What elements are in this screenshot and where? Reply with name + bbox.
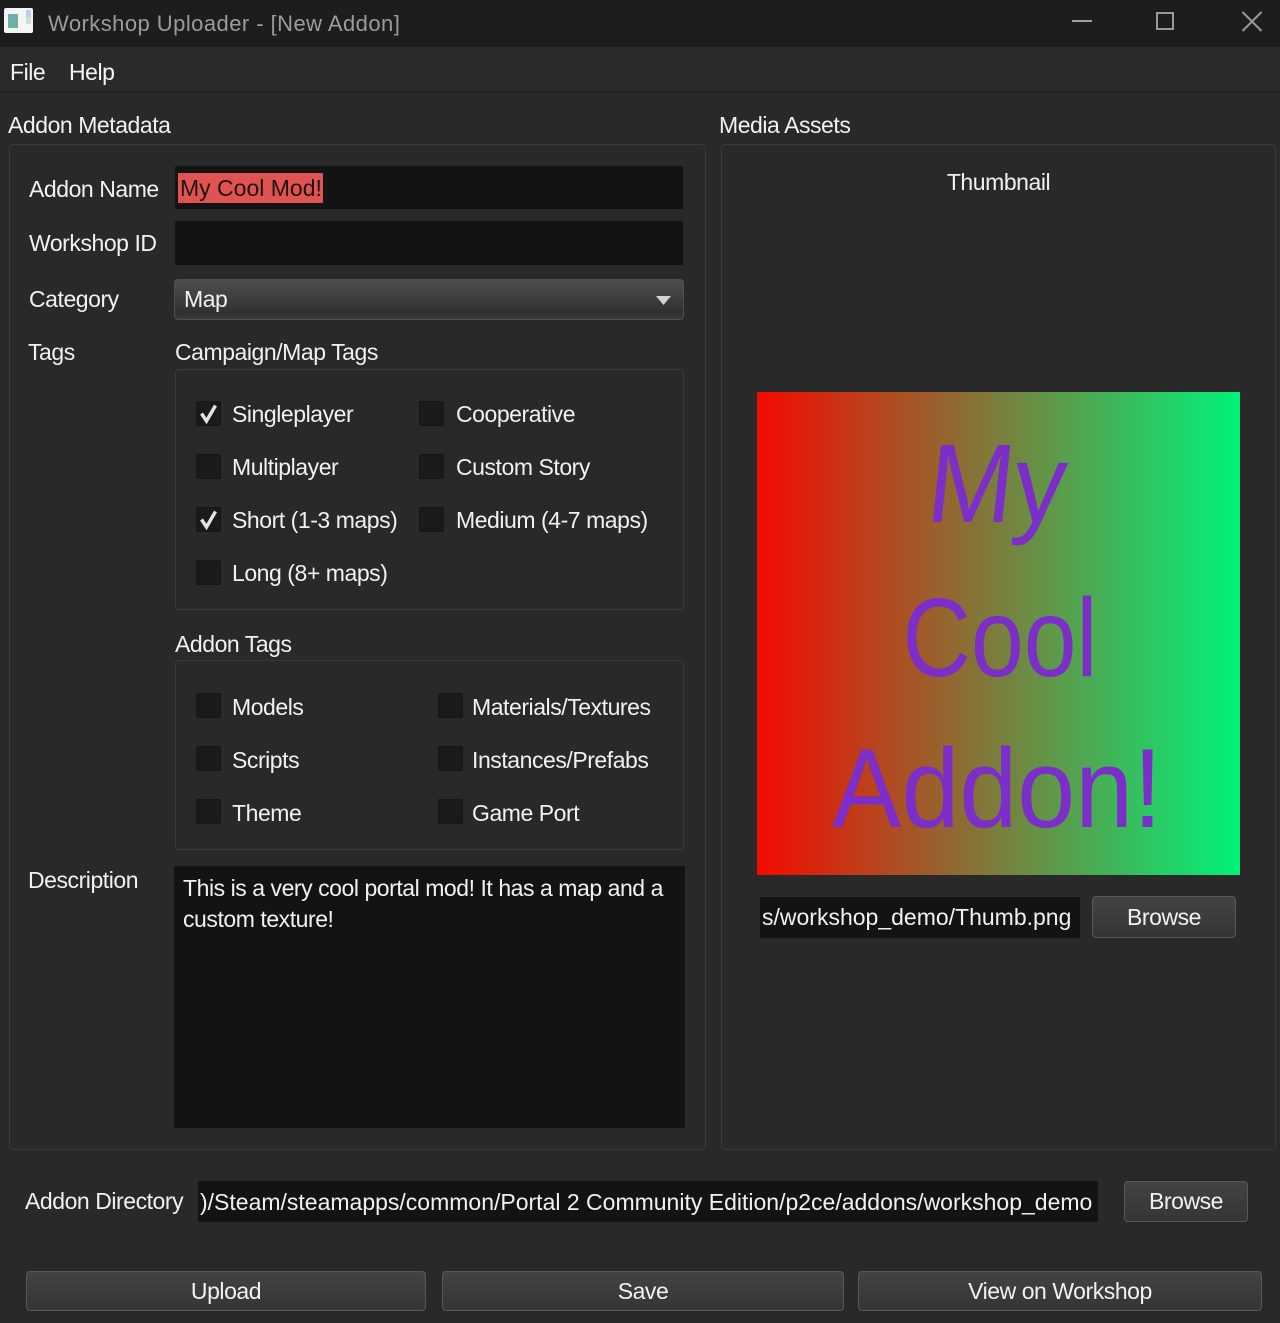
svg-text:My: My (922, 420, 1073, 546)
svg-text:Addon!: Addon! (832, 726, 1162, 851)
svg-text:Cool: Cool (903, 576, 1098, 700)
